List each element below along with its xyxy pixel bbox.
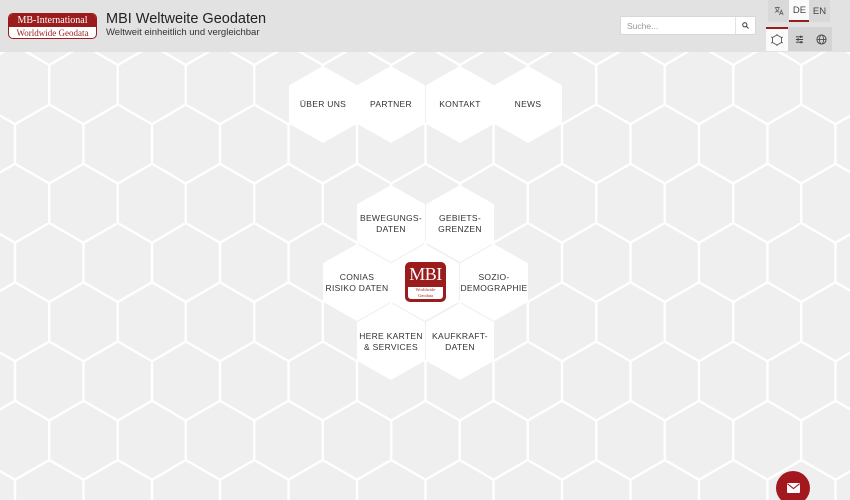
sliders-icon: [795, 35, 803, 43]
globe-icon: [815, 33, 827, 45]
translate-button[interactable]: [768, 0, 789, 22]
center-logo-band: Worldwide Geodata: [408, 287, 443, 299]
site-subtitle: Weltweit einheitlich und vergleichbar: [106, 27, 260, 38]
header: MB-International Worldwide Geodata MBI W…: [0, 0, 850, 52]
language-de-button[interactable]: DE: [789, 0, 810, 22]
language-panel: DE EN: [766, 0, 832, 52]
search-box: [620, 16, 756, 35]
search-input[interactable]: [621, 17, 735, 34]
hex-network-button[interactable]: [766, 27, 788, 51]
sliders-button[interactable]: [788, 27, 810, 51]
nav-kontakt[interactable]: KONTAKT: [426, 66, 494, 143]
contact-mail-button[interactable]: [776, 471, 810, 500]
globe-button[interactable]: [810, 27, 832, 51]
search-button[interactable]: [735, 17, 755, 34]
logo-bottom-text: Worldwide Geodata: [16, 28, 89, 38]
search-icon: [742, 22, 749, 29]
nav-partner[interactable]: PARTNER: [357, 66, 425, 143]
logo-top-text: MB-International: [9, 14, 96, 27]
center-logo-text: MBI: [409, 264, 442, 284]
hex-network-icon: [771, 34, 783, 46]
language-en-button[interactable]: EN: [809, 0, 830, 22]
mail-icon: [786, 483, 800, 493]
nav-ueber-uns[interactable]: ÜBER UNS: [289, 66, 357, 143]
logo[interactable]: MB-International Worldwide Geodata: [8, 13, 97, 39]
site-title[interactable]: MBI Weltweite Geodaten: [106, 11, 266, 27]
nav-news[interactable]: NEWS: [494, 66, 562, 143]
translate-icon: [774, 6, 784, 16]
center-logo[interactable]: MBI Worldwide Geodata: [405, 262, 446, 302]
center-logo-subtext: Worldwide Geodata: [415, 287, 436, 298]
